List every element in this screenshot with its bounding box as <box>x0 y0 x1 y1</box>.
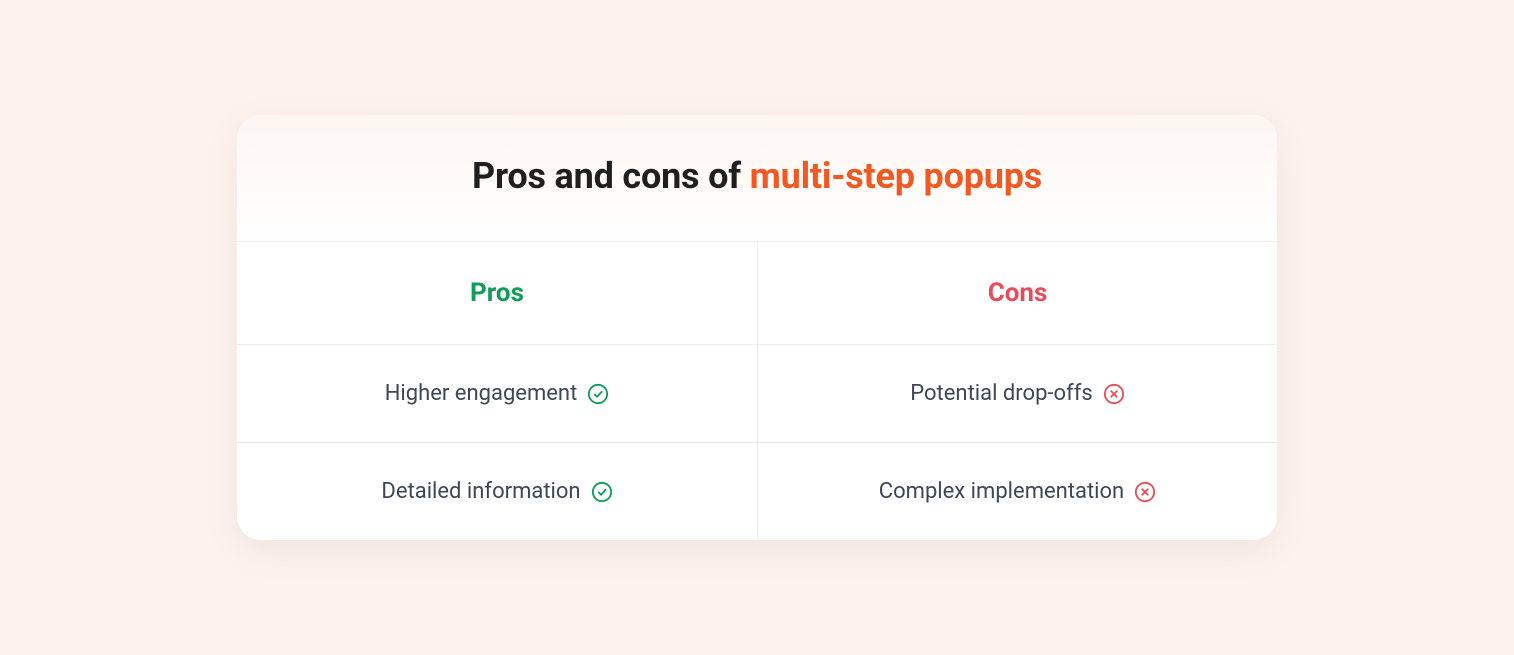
title-accent: multi-step popups <box>750 155 1042 197</box>
title-prefix: Pros and cons of <box>472 155 750 197</box>
pro-cell: Higher engagement <box>237 344 757 442</box>
pros-header-cell: Pros <box>237 242 757 344</box>
card-header: Pros and cons of multi-step popups <box>237 115 1277 241</box>
table-row: Higher engagement Potential drop-offs <box>237 344 1277 442</box>
x-circle-icon <box>1103 383 1125 405</box>
pros-header: Pros <box>470 278 524 308</box>
card-title: Pros and cons of multi-step popups <box>257 155 1257 197</box>
check-circle-icon <box>587 383 609 405</box>
con-cell: Potential drop-offs <box>757 344 1277 442</box>
header-row: Pros Cons <box>237 242 1277 344</box>
x-circle-icon <box>1134 481 1156 503</box>
con-text: Complex implementation <box>879 479 1124 504</box>
pro-cell: Detailed information <box>237 442 757 540</box>
con-cell: Complex implementation <box>757 442 1277 540</box>
pros-cons-table: Pros Cons Higher engagement Potential dr… <box>237 241 1277 540</box>
cons-header: Cons <box>988 278 1048 308</box>
con-text: Potential drop-offs <box>910 381 1092 406</box>
pro-text: Detailed information <box>381 479 580 504</box>
check-circle-icon <box>591 481 613 503</box>
table-row: Detailed information Complex implementat… <box>237 442 1277 540</box>
pro-text: Higher engagement <box>385 381 578 406</box>
cons-header-cell: Cons <box>757 242 1277 344</box>
pros-cons-card: Pros and cons of multi-step popups Pros … <box>237 115 1277 540</box>
